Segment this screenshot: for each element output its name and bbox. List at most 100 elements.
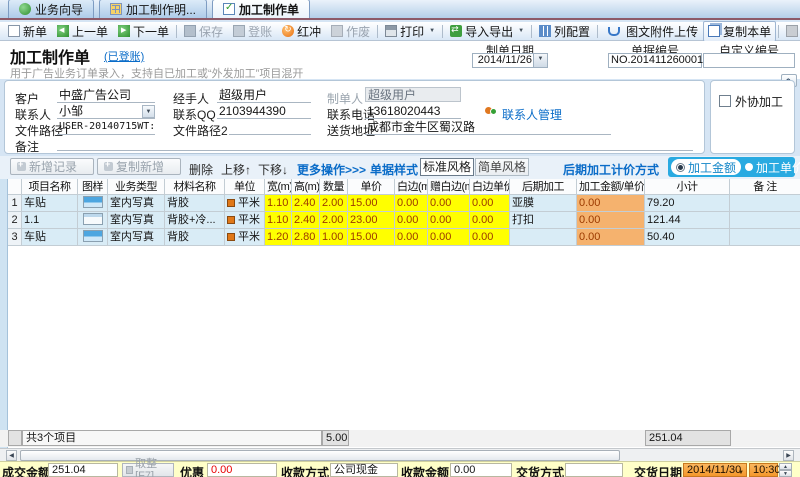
custom-no-input[interactable] bbox=[703, 53, 795, 68]
col-note[interactable]: 备 注 bbox=[730, 179, 800, 195]
cell-rownum[interactable]: 3 bbox=[8, 229, 22, 246]
qq-field[interactable]: 2103944390 bbox=[217, 104, 311, 119]
col-edge-price[interactable]: 白边单价 bbox=[470, 179, 510, 195]
handler-field[interactable]: 超级用户 bbox=[217, 88, 311, 103]
cell-unit[interactable]: 平米 bbox=[225, 212, 265, 229]
cell-process-amount[interactable]: 0.00 bbox=[577, 212, 645, 229]
move-down-button[interactable]: 下移↓ bbox=[258, 161, 288, 178]
cell-width[interactable]: 1.20 bbox=[265, 229, 292, 246]
cell-biz-type[interactable]: 室内写真 bbox=[108, 229, 165, 246]
copy-doc-button[interactable]: 复制本单 bbox=[703, 21, 776, 42]
note-field[interactable] bbox=[57, 136, 693, 151]
prev-doc-button[interactable]: 上一单 bbox=[52, 21, 113, 42]
discount-input[interactable]: 0.00 bbox=[207, 463, 277, 477]
import-export-button[interactable]: 导入导出 bbox=[445, 21, 529, 42]
cell-qty[interactable]: 1.00 bbox=[320, 229, 348, 246]
column-config-button[interactable]: 列配置 bbox=[534, 21, 595, 42]
cell-project-name[interactable]: 1.1 bbox=[22, 212, 78, 229]
cell-material[interactable]: 背胶 bbox=[165, 195, 225, 212]
cell-biz-type[interactable]: 室内写真 bbox=[108, 195, 165, 212]
style-standard-button[interactable]: 标准风格 bbox=[420, 158, 474, 176]
cell-biz-type[interactable]: 室内写真 bbox=[108, 212, 165, 229]
cell-project-name[interactable]: 车贴 bbox=[22, 195, 78, 212]
address-field[interactable]: 成都市金牛区蜀汉路 bbox=[365, 120, 611, 135]
cell-white-edge[interactable]: 0.00 bbox=[395, 212, 428, 229]
col-post-process[interactable]: 后期加工 bbox=[510, 179, 577, 195]
table-row[interactable]: 3 车贴 室内写真 背胶 平米 1.20 2.80 1.00 15.00 0.0… bbox=[8, 229, 800, 246]
path2-field[interactable] bbox=[229, 120, 311, 135]
spinner-up-icon[interactable] bbox=[779, 463, 792, 470]
next-doc-button[interactable]: 下一单 bbox=[113, 21, 174, 42]
cell-width[interactable]: 1.10 bbox=[265, 195, 292, 212]
horizontal-scrollbar[interactable] bbox=[0, 448, 800, 461]
cell-rownum[interactable]: 1 bbox=[8, 195, 22, 212]
col-thumbnail[interactable]: 图样 bbox=[78, 179, 108, 195]
col-height[interactable]: 高(m) bbox=[292, 179, 320, 195]
cell-gift-edge[interactable]: 0.00 bbox=[428, 212, 470, 229]
move-up-button[interactable]: 上移↑ bbox=[221, 161, 251, 178]
cell-material[interactable]: 背胶 bbox=[165, 229, 225, 246]
deal-amount-input[interactable]: 251.04 bbox=[48, 463, 118, 477]
outsourcing-checkbox[interactable]: 外协加工 bbox=[719, 93, 783, 110]
phone-field[interactable]: 13618020443 bbox=[365, 104, 461, 119]
cell-edge-price[interactable]: 0.00 bbox=[470, 195, 510, 212]
col-qty[interactable]: 数量 bbox=[320, 179, 348, 195]
cell-height[interactable]: 2.40 bbox=[292, 212, 320, 229]
spinner-down-icon[interactable] bbox=[779, 470, 792, 477]
col-process-amount[interactable]: 加工金额/单价 bbox=[577, 179, 645, 195]
col-unit[interactable]: 单位 bbox=[225, 179, 265, 195]
pricing-unit-option[interactable]: 加工单价 bbox=[745, 159, 800, 176]
col-rownum[interactable] bbox=[8, 179, 22, 195]
red-flush-button[interactable]: 红冲 bbox=[277, 21, 326, 42]
cell-post-process[interactable]: 打扣 bbox=[510, 212, 577, 229]
delivery-method-input[interactable] bbox=[565, 463, 623, 477]
cell-subtotal[interactable]: 121.44 bbox=[645, 212, 730, 229]
cell-post-process[interactable] bbox=[510, 229, 577, 246]
cell-price[interactable]: 15.00 bbox=[348, 195, 395, 212]
path1-field[interactable]: USER-20140715WT:C:\Users bbox=[57, 120, 155, 135]
cell-post-process[interactable]: 亚膜 bbox=[510, 195, 577, 212]
cell-gift-edge[interactable]: 0.00 bbox=[428, 229, 470, 246]
cell-thumbnail[interactable] bbox=[78, 195, 108, 212]
cell-material[interactable]: 背胶+冷... bbox=[165, 212, 225, 229]
col-material[interactable]: 材料名称 bbox=[165, 179, 225, 195]
tab-business-wizard[interactable]: 业务向导 bbox=[8, 0, 94, 18]
customer-field[interactable]: 中盛广告公司 bbox=[57, 88, 155, 103]
cell-project-name[interactable]: 车贴 bbox=[22, 229, 78, 246]
cell-subtotal[interactable]: 50.40 bbox=[645, 229, 730, 246]
style-simple-button[interactable]: 简单风格 bbox=[475, 158, 529, 176]
cell-price[interactable]: 23.00 bbox=[348, 212, 395, 229]
table-row[interactable]: 1 车贴 室内写真 背胶 平米 1.10 2.40 2.00 15.00 0.0… bbox=[8, 195, 800, 212]
cell-process-amount[interactable]: 0.00 bbox=[577, 195, 645, 212]
col-price[interactable]: 单价 bbox=[348, 179, 395, 195]
cell-thumbnail[interactable] bbox=[78, 212, 108, 229]
pricing-amount-option[interactable]: 加工金额 bbox=[671, 159, 741, 175]
time-spinner[interactable] bbox=[779, 463, 792, 477]
scrollbar-thumb[interactable] bbox=[20, 450, 620, 461]
cell-edge-price[interactable]: 0.00 bbox=[470, 212, 510, 229]
print-button[interactable]: 打印 bbox=[380, 21, 440, 42]
new-doc-button[interactable]: 新单 bbox=[3, 21, 52, 42]
more-actions-link[interactable]: 更多操作>>> bbox=[297, 161, 366, 178]
pay-amount-input[interactable]: 0.00 bbox=[450, 463, 512, 477]
contact-select[interactable]: 小邹 bbox=[57, 104, 155, 119]
cell-gift-edge[interactable]: 0.00 bbox=[428, 195, 470, 212]
chevron-down-icon[interactable] bbox=[533, 54, 547, 67]
col-project-name[interactable]: 项目名称 bbox=[22, 179, 78, 195]
pay-method-input[interactable]: 公司现金 bbox=[330, 463, 398, 477]
chevron-down-icon[interactable] bbox=[142, 105, 155, 118]
cell-white-edge[interactable]: 0.00 bbox=[395, 229, 428, 246]
cell-note[interactable] bbox=[730, 195, 800, 212]
col-subtotal[interactable]: 小计 bbox=[645, 179, 730, 195]
posted-status-link[interactable]: (已登账) bbox=[104, 48, 144, 64]
cell-white-edge[interactable]: 0.00 bbox=[395, 195, 428, 212]
cell-rownum[interactable]: 2 bbox=[8, 212, 22, 229]
cell-height[interactable]: 2.80 bbox=[292, 229, 320, 246]
cell-thumbnail[interactable] bbox=[78, 229, 108, 246]
attach-upload-button[interactable]: 图文附件上传 bbox=[600, 21, 703, 42]
delivery-time-input[interactable]: 10:30 bbox=[749, 463, 778, 477]
doc-no-input[interactable]: NO.201411260001 bbox=[608, 53, 702, 68]
tab-process-order[interactable]: 加工制作单 bbox=[212, 0, 310, 18]
col-biz-type[interactable]: 业务类型 bbox=[108, 179, 165, 195]
col-gift-edge[interactable]: 赠白边(m) bbox=[428, 179, 470, 195]
